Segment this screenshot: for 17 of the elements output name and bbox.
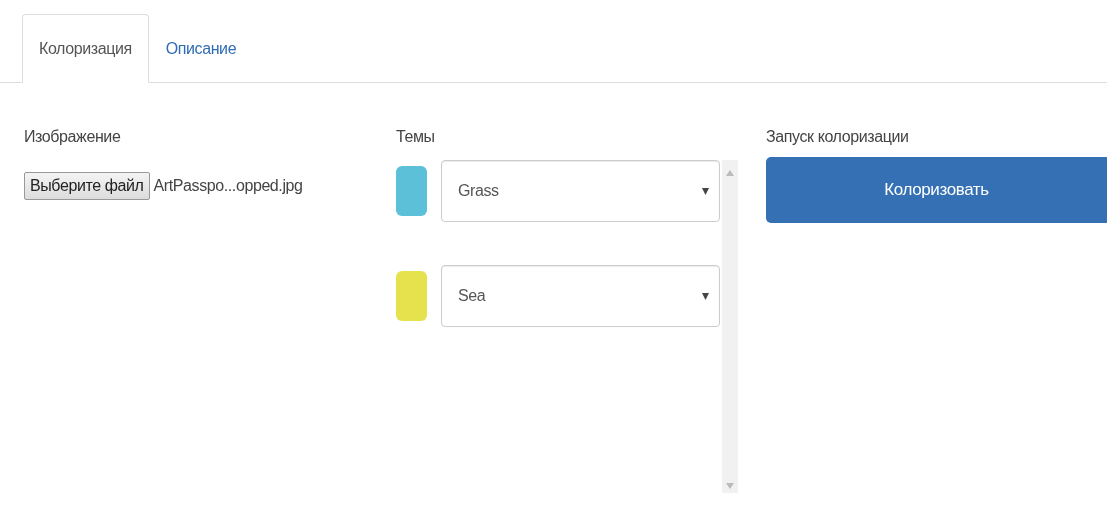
file-name: ArtPasspo...opped.jpg	[153, 177, 303, 195]
colorize-button[interactable]: Колоризовать	[766, 157, 1107, 223]
tab[interactable]: Колоризация	[22, 14, 149, 83]
color-swatch[interactable]	[396, 271, 427, 321]
theme-dropdown[interactable]: Sea	[441, 265, 720, 327]
up-arrow-icon[interactable]	[726, 170, 734, 176]
choose-file-button[interactable]: Выберите файл	[24, 172, 150, 200]
theme-dropdown[interactable]: Grass	[441, 160, 720, 222]
caret-icon	[702, 187, 709, 195]
section-label: Темы	[396, 127, 436, 147]
tab[interactable]: Описание	[148, 14, 254, 83]
color-swatch[interactable]	[396, 166, 427, 216]
down-arrow-icon[interactable]	[726, 483, 734, 489]
scrollbar[interactable]	[722, 160, 738, 493]
caret-icon	[702, 292, 709, 300]
section-label: Изображение	[24, 127, 122, 147]
section-label: Запуск колоризации	[766, 127, 910, 147]
